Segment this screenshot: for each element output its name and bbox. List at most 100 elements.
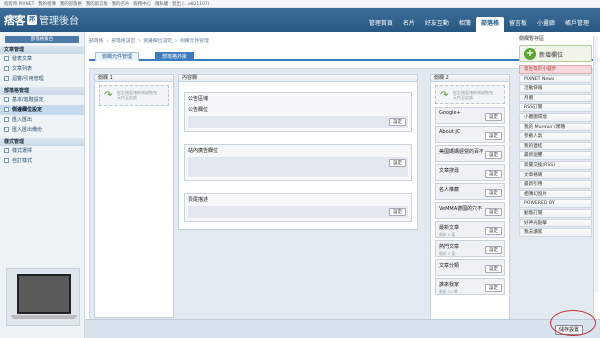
settings-button[interactable]: 設定 [485,113,502,121]
page-icon [4,148,9,153]
pool-widget[interactable]: POWERED BY [519,199,592,208]
widget-item[interactable]: About JC 設定 [435,126,505,143]
drop-hint: 從右側區塊新增或拖曳元件至此處 [117,90,157,100]
tab[interactable]: 部落格外掛 [155,52,195,61]
widget-name: 美國媽媽經營的百不 [439,149,483,155]
top-link[interactable]: 服務中心 [133,2,151,7]
page-icon [4,107,9,112]
module-bar[interactable]: 設定 [188,157,408,177]
top-link[interactable]: 我的相簿 [38,2,56,7]
widget-item[interactable]: 誰來我家 最新 10 筆 設定 [435,278,505,295]
vertical-scrollbar[interactable] [593,36,598,292]
top-link[interactable]: 痞客邦 PIXNET [4,2,34,7]
nav-item[interactable]: 小畫廊 [532,17,560,32]
settings-button[interactable]: 設定 [485,246,502,254]
settings-button[interactable]: 設定 [485,132,502,140]
page-icon [4,56,9,61]
add-widget-button[interactable]: + 新增欄位 [519,45,592,62]
widget-item[interactable]: 名人推薦 設定 [435,183,505,200]
column-title: 側欄 1 [95,75,173,82]
nav-item[interactable]: 名片 [398,17,420,32]
top-link[interactable]: 我的名片 [112,2,130,7]
sidebar-item[interactable]: 樣式選擇 [0,146,84,156]
widget-name: 文章分類 [439,263,460,269]
sidebar-item[interactable]: 基本/進階設定 [0,95,84,105]
settings-button[interactable]: 設定 [485,151,502,159]
sidebar-item-label: 文章列表 [12,66,33,72]
nav-item[interactable]: 留言板 [504,17,532,32]
pool-widget[interactable]: 小圖圖環境 [519,112,592,122]
header: 痞客 邦 管理後台 管理首頁 名片 好友互動 相簿 部落格 留言板 小畫廊 帳戶管理 [0,8,600,32]
settings-button[interactable]: 設定 [389,118,406,126]
top-link[interactable]: 隱私權 [155,2,168,7]
pool-widget[interactable]: 好神光點擊 [519,218,592,228]
widget-item[interactable]: VeMMA德國的穴不 設定 [435,202,505,219]
widget-item[interactable]: Google+ 設定 [435,107,505,124]
module-bar[interactable]: 設定 [188,116,408,128]
pool-widget[interactable]: 我的連結 [519,141,592,151]
laptop-screen [17,274,71,314]
promo-laptop-image[interactable] [6,268,80,326]
drop-hint: 從右側區塊新增或拖曳元件至此處 [453,90,493,100]
logo-badge: 邦 [27,14,37,25]
breadcrumb-link[interactable]: 部落格設定 [111,39,135,44]
nav-item[interactable]: 管理首頁 [364,17,398,32]
pool-widget[interactable]: 最新迴響 [519,151,592,160]
tab[interactable]: 側欄元件管理 [95,52,140,61]
breadcrumb-link[interactable]: 側邊欄位設定 [143,39,172,44]
sidebar-item-label: 匯入匯出 [12,117,33,123]
sidebar-item[interactable]: 文章列表 [0,64,84,74]
pool-title: 側欄暫存區 [519,36,545,42]
sidebar-item[interactable]: 發表文章 [0,54,84,64]
pool-widget[interactable]: 月曆 [519,93,592,103]
logo[interactable]: 痞客 邦 管理後台 [4,11,79,28]
settings-button[interactable]: 設定 [485,170,502,178]
pool-widget[interactable]: 相簿幻燈片 [519,189,592,199]
pool-widget[interactable]: 動態訂閱 [519,208,592,218]
pool-widget[interactable]: 參觀人氣 [519,132,592,141]
sidebar-item[interactable]: 迴響/引用管理 [0,74,84,84]
widget-name: VeMMA德國的穴不 [439,206,483,212]
breadcrumb-link[interactable]: 側欄元件管理 [180,39,209,44]
nav-item[interactable]: 相簿 [454,17,476,32]
settings-button[interactable]: 設定 [485,265,502,273]
pool-widget[interactable]: 新聞交換(RSS) [519,160,592,170]
drop-zone[interactable]: ↷ 從右側區塊新增或拖曳元件至此處 [435,85,505,104]
pool-widget[interactable]: 我去讀家 [519,228,592,237]
pool-widget[interactable]: PIXNET News [519,74,592,84]
widget-item[interactable]: 美國媽媽經營的百不 設定 [435,145,505,162]
nav-item[interactable]: 部落格 [475,17,504,32]
pool-widget[interactable]: 最新引用 [519,180,592,189]
pool-widget[interactable]: 文章條碼 [519,170,592,180]
top-link[interactable]: 我的留言板 [86,2,108,7]
widget-item[interactable]: 文章分類 設定 [435,259,505,276]
widget-item[interactable]: 熱門文章 最新 5 篇 設定 [435,240,505,257]
settings-button[interactable]: 設定 [389,159,406,167]
settings-button[interactable]: 設定 [485,208,502,216]
nav-item[interactable]: 帳戶管理 [560,17,594,32]
widget-subtext: 最新 10 筆 [439,289,458,294]
sidebar-sections: 文章管理 發表文章 文章列表 迴響/引用管理 部落格管理 基本/進階設定 側邊欄位設定 匯入匯… [0,46,84,166]
module-bar[interactable]: 設定 [188,206,408,218]
nav-item[interactable]: 好友互動 [420,17,454,32]
pool-widget[interactable]: 我的 Murmur (噗嚕 [519,122,592,132]
sidebar-item[interactable]: 側邊欄位設定 [0,105,84,115]
top-link[interactable]: 我的部落格 [60,2,82,7]
widget-item[interactable]: 最新文章 最新 5 篇 設定 [435,221,505,238]
pool-widget[interactable]: 等生等於小錢步 [519,65,592,74]
pool-widget[interactable]: RSS訂閱 [519,103,592,112]
settings-button[interactable]: 設定 [389,208,406,216]
module-title: 公告區塊 [188,96,209,102]
pool-widget[interactable]: 活動快報 [519,84,592,93]
breadcrumb-link[interactable]: 部落格 [89,39,103,44]
sidebar-item[interactable]: 自訂樣式 [0,156,84,166]
widget-item[interactable]: 文章搜尋 設定 [435,164,505,181]
drop-zone[interactable]: ↷ 從右側區塊新增或拖曳元件至此處 [99,85,169,106]
settings-button[interactable]: 設定 [485,189,502,197]
sidebar-item[interactable]: 匯入匯出 [0,115,84,125]
settings-button[interactable]: 設定 [485,227,502,235]
top-link[interactable]: 登出 (...e821107) [172,2,209,7]
sidebar-item[interactable]: 匯入匯出備份 [0,125,84,135]
column-2-widgets: Google+ 設定 About JC 設定 美國媽媽經營的百不 設定 文章搜尋 設定 名人推薦… [431,107,509,295]
settings-button[interactable]: 設定 [485,284,502,292]
